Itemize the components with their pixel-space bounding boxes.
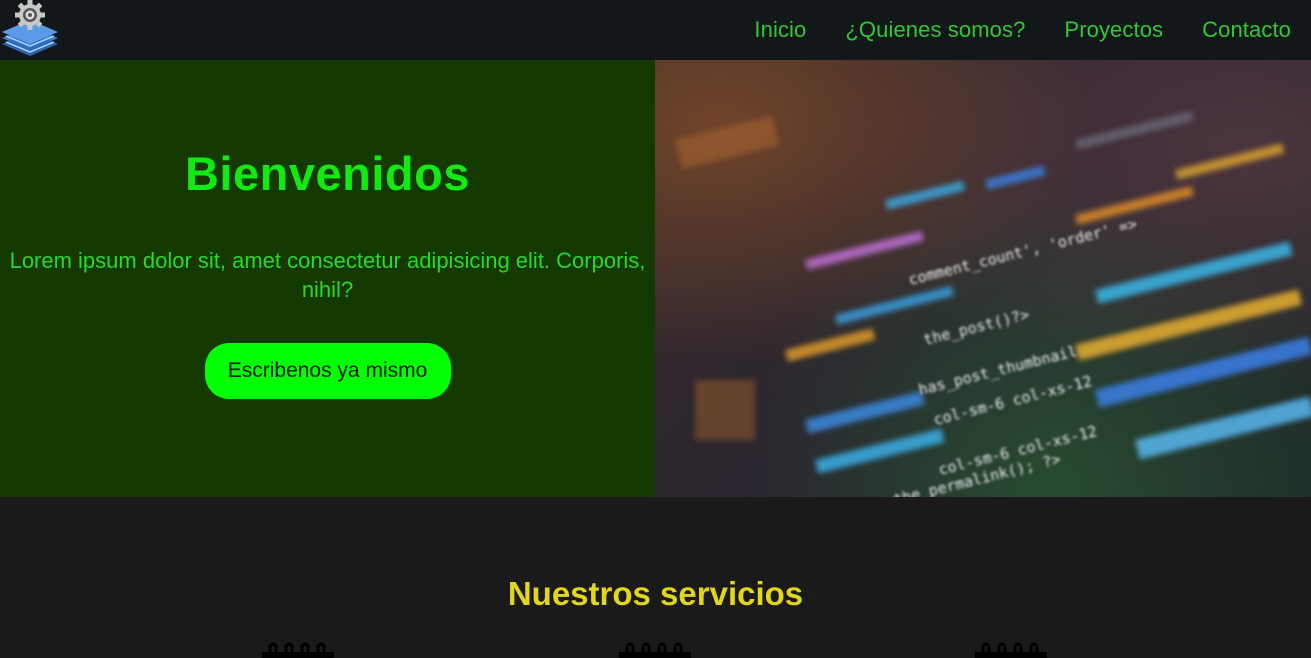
nav-links: Inicio ¿Quienes somos? Proyectos Contact… bbox=[715, 17, 1291, 43]
nav-link-proyectos[interactable]: Proyectos bbox=[1064, 17, 1163, 43]
contact-cta-button[interactable]: Escribenos ya mismo bbox=[204, 343, 451, 399]
gear-layers-logo-icon[interactable] bbox=[0, 0, 60, 60]
service-icon-2 bbox=[617, 640, 693, 658]
code-on-screen-photo: comment_count', 'order' => the_post()?> … bbox=[655, 60, 1311, 497]
nav-link-contacto[interactable]: Contacto bbox=[1202, 17, 1291, 43]
code-snippet-2: the_post()?> bbox=[922, 305, 1032, 349]
service-icon-3 bbox=[973, 640, 1049, 658]
nav-link-inicio[interactable]: Inicio bbox=[754, 17, 806, 43]
hero-title: Bienvenidos bbox=[185, 147, 470, 200]
services-section: Nuestros servicios bbox=[0, 497, 1311, 658]
hero-description: Lorem ipsum dolor sit, amet consectetur … bbox=[9, 248, 646, 302]
services-title: Nuestros servicios bbox=[507, 575, 804, 612]
service-icon-1 bbox=[260, 640, 336, 658]
navbar: Inicio ¿Quienes somos? Proyectos Contact… bbox=[0, 0, 1311, 60]
hero-section: Bienvenidos Lorem ipsum dolor sit, amet … bbox=[0, 60, 1311, 497]
hero-text-panel: Bienvenidos Lorem ipsum dolor sit, amet … bbox=[0, 60, 655, 497]
code-snippet-1: comment_count', 'order' => bbox=[907, 215, 1139, 289]
nav-link-quienes-somos[interactable]: ¿Quienes somos? bbox=[845, 17, 1025, 43]
